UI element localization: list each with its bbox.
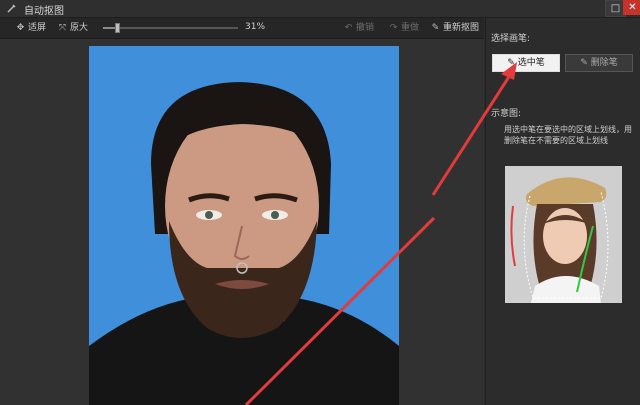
tool-icon bbox=[7, 4, 16, 13]
fit-screen-button[interactable]: ✥ 适屏 bbox=[15, 22, 46, 34]
fit-screen-label: 适屏 bbox=[28, 23, 47, 33]
zoom-value: 31% bbox=[245, 22, 266, 32]
portrait-drawing bbox=[89, 82, 399, 405]
toolbar: ✥ 适屏 ⤧ 原大 ↶ 撤销 ↷ 重做 ✎ 重新抠图 bbox=[0, 18, 484, 39]
delete-pen-icon: ✎ bbox=[580, 58, 588, 68]
close-button[interactable]: ✕ bbox=[623, 0, 640, 15]
zoom-slider[interactable] bbox=[103, 23, 238, 33]
window-title: 自动抠图 bbox=[24, 6, 64, 17]
redo-icon: ↷ bbox=[389, 23, 398, 33]
redraw-icon: ✎ bbox=[431, 23, 440, 33]
zoom-slider-thumb[interactable] bbox=[115, 23, 121, 33]
zoom-slider-fill bbox=[103, 27, 116, 29]
instruction-text: 用选中笔在要选中的区域上划线，用删除笔在不需要的区域上划线 bbox=[504, 125, 632, 145]
example-drawing bbox=[505, 166, 622, 303]
delete-pen-label: 删除笔 bbox=[590, 58, 618, 68]
select-pen-heading: 选择画笔: bbox=[491, 34, 531, 44]
undo-label: 撤销 bbox=[356, 23, 375, 33]
fit-screen-icon: ✥ bbox=[16, 23, 25, 33]
title-bar: 自动抠图 □ ✕ bbox=[0, 0, 640, 18]
redo-label: 重做 bbox=[401, 23, 420, 33]
redraw-button[interactable]: ✎ 重新抠图 bbox=[430, 22, 479, 34]
redraw-label: 重新抠图 bbox=[443, 23, 480, 33]
portrait-photo[interactable] bbox=[89, 46, 399, 405]
undo-button[interactable]: ↶ 撤销 bbox=[343, 22, 374, 34]
select-pen-label: 选中笔 bbox=[517, 58, 545, 68]
actual-size-label: 原大 bbox=[70, 23, 89, 33]
example-heading: 示意图: bbox=[491, 109, 522, 119]
select-pen-button[interactable]: ✎ 选中笔 bbox=[492, 54, 560, 72]
actual-size-button[interactable]: ⤧ 原大 bbox=[57, 22, 88, 34]
undo-icon: ↶ bbox=[344, 23, 353, 33]
actual-size-icon: ⤧ bbox=[58, 23, 67, 33]
select-pen-icon: ✎ bbox=[507, 58, 515, 68]
delete-pen-button[interactable]: ✎ 删除笔 bbox=[565, 54, 633, 72]
side-panel: 选择画笔: ✎ 选中笔 ✎ 删除笔 示意图: 用选中笔在要选中的区域上划线，用删… bbox=[485, 18, 640, 405]
example-image bbox=[505, 166, 622, 303]
redo-button[interactable]: ↷ 重做 bbox=[388, 22, 419, 34]
